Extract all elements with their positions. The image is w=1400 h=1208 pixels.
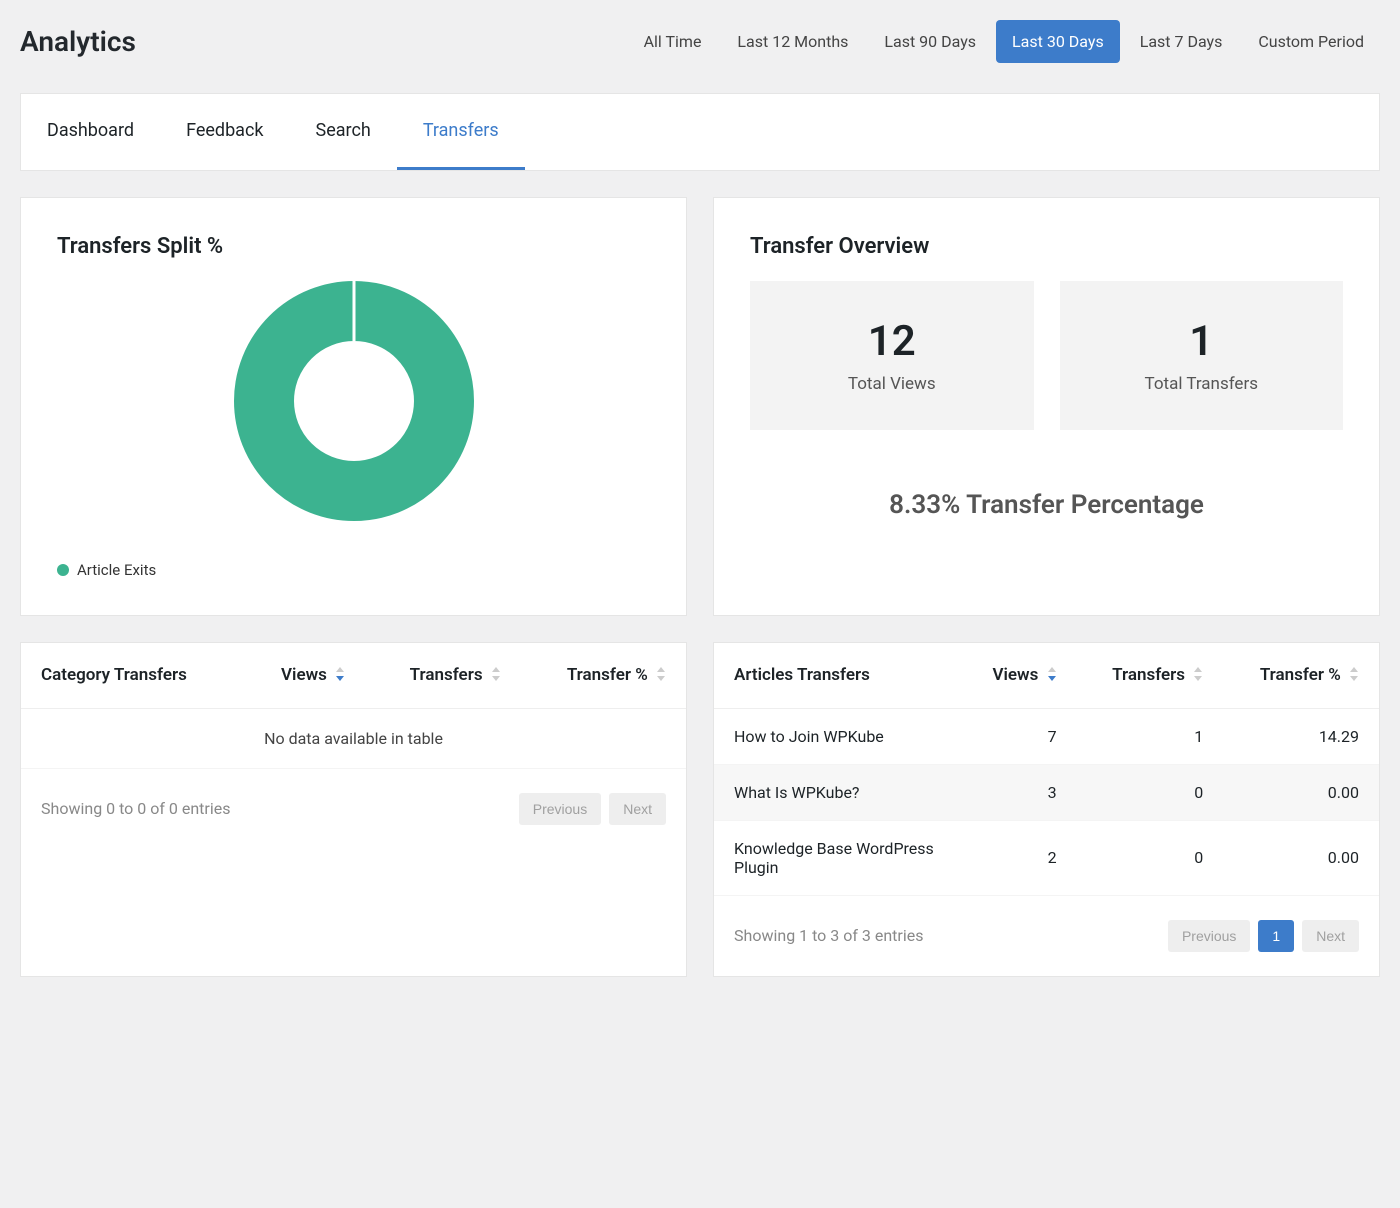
prev-button[interactable]: Previous <box>1168 920 1250 952</box>
sort-active-icon <box>335 666 345 686</box>
page-title: Analytics <box>20 25 136 58</box>
column-header-views[interactable]: Views <box>960 643 1076 708</box>
stat-card-total-views: 12 Total Views <box>750 281 1034 430</box>
period-tab[interactable]: Last 7 Days <box>1124 20 1239 63</box>
period-tab[interactable]: Last 30 Days <box>996 20 1120 63</box>
table-footer-info: Showing 1 to 3 of 3 entries <box>734 926 923 945</box>
next-button[interactable]: Next <box>1302 920 1359 952</box>
legend-swatch-icon <box>57 564 69 576</box>
pct-cell: 0.00 <box>1223 764 1379 820</box>
views-cell: 3 <box>960 764 1076 820</box>
sort-icon <box>1349 666 1359 686</box>
stat-value: 12 <box>762 317 1022 366</box>
transfers-cell: 1 <box>1077 708 1224 764</box>
column-header-transfers[interactable]: Transfers <box>1077 643 1224 708</box>
table-row: Knowledge Base WordPress Plugin200.00 <box>714 820 1379 895</box>
article-name[interactable]: Knowledge Base WordPress Plugin <box>714 820 960 895</box>
donut-legend: Article Exits <box>57 561 650 579</box>
donut-svg <box>234 281 474 521</box>
legend-label: Article Exits <box>77 561 156 579</box>
transfer-percentage: 8.33% Transfer Percentage <box>750 490 1343 520</box>
views-cell: 7 <box>960 708 1076 764</box>
prev-button[interactable]: Previous <box>519 793 601 825</box>
period-tabs: All TimeLast 12 MonthsLast 90 DaysLast 3… <box>628 20 1380 63</box>
sort-icon <box>656 666 666 686</box>
column-header-title[interactable]: Category Transfers <box>21 643 242 708</box>
empty-table-text: No data available in table <box>21 708 686 768</box>
column-header-transfer-pct[interactable]: Transfer % <box>521 643 686 708</box>
articles-transfers-table: Articles Transfers Views Transfers <box>713 642 1380 977</box>
period-tab[interactable]: Last 12 Months <box>721 20 864 63</box>
sort-active-icon <box>1047 666 1057 686</box>
transfer-overview-card: Transfer Overview 12 Total Views 1 Total… <box>713 197 1380 616</box>
transfers-split-title: Transfers Split % <box>57 234 650 259</box>
column-header-transfer-pct[interactable]: Transfer % <box>1223 643 1379 708</box>
article-name[interactable]: How to Join WPKube <box>714 708 960 764</box>
donut-chart <box>57 281 650 521</box>
period-tab[interactable]: All Time <box>628 20 718 63</box>
next-button[interactable]: Next <box>609 793 666 825</box>
tab-feedback[interactable]: Feedback <box>160 94 289 170</box>
transfer-overview-title: Transfer Overview <box>750 234 1343 259</box>
transfers-cell: 0 <box>1077 764 1224 820</box>
stat-label: Total Transfers <box>1072 374 1332 394</box>
article-name[interactable]: What Is WPKube? <box>714 764 960 820</box>
tab-search[interactable]: Search <box>290 94 397 170</box>
table-row: What Is WPKube?300.00 <box>714 764 1379 820</box>
transfers-cell: 0 <box>1077 820 1224 895</box>
pager: Previous 1 Next <box>1168 920 1359 952</box>
pct-cell: 14.29 <box>1223 708 1379 764</box>
sort-icon <box>1193 666 1203 686</box>
pager: Previous Next <box>519 793 666 825</box>
sort-icon <box>491 666 501 686</box>
column-header-title[interactable]: Articles Transfers <box>714 643 960 708</box>
page-button[interactable]: 1 <box>1258 920 1294 952</box>
category-transfers-table: Category Transfers Views Transfers <box>20 642 687 977</box>
tab-dashboard[interactable]: Dashboard <box>21 94 160 170</box>
period-tab[interactable]: Custom Period <box>1242 20 1380 63</box>
column-header-transfers[interactable]: Transfers <box>365 643 521 708</box>
transfers-split-card: Transfers Split % Article Exits <box>20 197 687 616</box>
tabbar: DashboardFeedbackSearchTransfers <box>20 93 1380 171</box>
table-footer-info: Showing 0 to 0 of 0 entries <box>41 799 230 818</box>
table-row: How to Join WPKube7114.29 <box>714 708 1379 764</box>
stat-label: Total Views <box>762 374 1022 394</box>
column-header-views[interactable]: Views <box>242 643 366 708</box>
tab-transfers[interactable]: Transfers <box>397 94 525 170</box>
stat-card-total-transfers: 1 Total Transfers <box>1060 281 1344 430</box>
stat-value: 1 <box>1072 317 1332 366</box>
views-cell: 2 <box>960 820 1076 895</box>
pct-cell: 0.00 <box>1223 820 1379 895</box>
period-tab[interactable]: Last 90 Days <box>868 20 992 63</box>
